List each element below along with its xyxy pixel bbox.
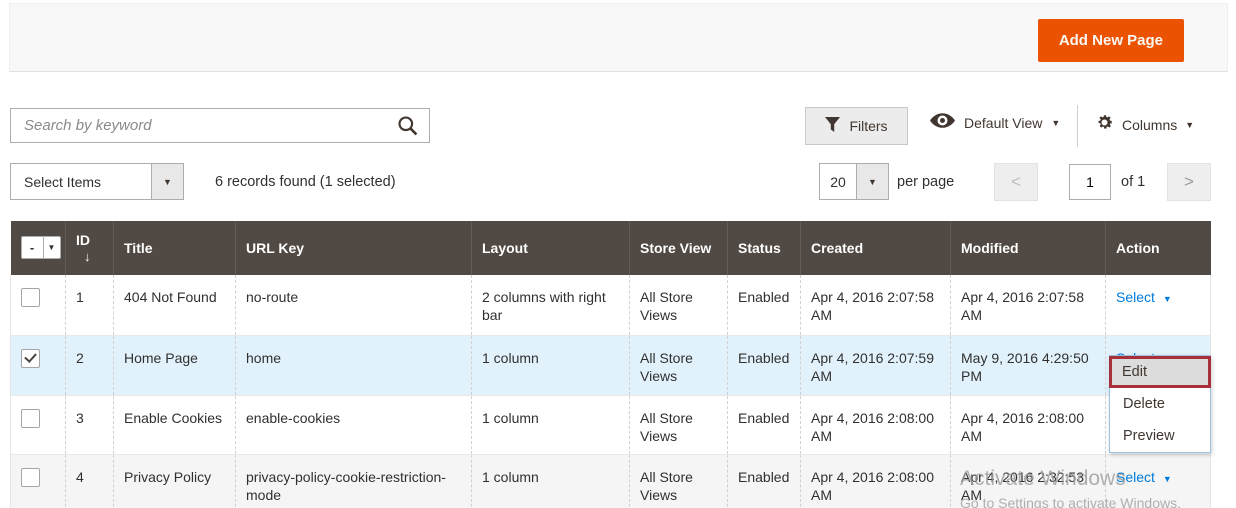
table-header-row: - ▼ ID ↓ Title URL Key Layout Store View… xyxy=(11,221,1211,275)
select-all-header: - ▼ xyxy=(11,221,66,275)
chevron-down-icon: ▼ xyxy=(1163,294,1172,304)
eye-icon xyxy=(930,113,955,133)
chevron-down-icon: ▼ xyxy=(44,237,60,258)
chevron-down-icon: ▼ xyxy=(1163,474,1172,484)
cell-title: 404 Not Found xyxy=(114,275,236,335)
cms-pages-grid-page: Add New Page Filters Default View ▼ xyxy=(0,0,1236,508)
filters-button[interactable]: Filters xyxy=(805,107,908,145)
mass-actions-dropdown[interactable]: Select Items ▼ xyxy=(10,163,184,200)
row-checkbox[interactable] xyxy=(21,349,40,368)
sort-descending-icon: ↓ xyxy=(84,249,91,264)
cell-created: Apr 4, 2016 2:07:59 AM xyxy=(801,335,951,395)
cell-title: Enable Cookies xyxy=(114,395,236,454)
cell-status: Enabled xyxy=(728,335,801,395)
cell-layout: 2 columns with right bar xyxy=(472,275,630,335)
table-row: 2 Home Page home 1 column All Store View… xyxy=(11,335,1211,395)
page-header-bar: Add New Page xyxy=(9,3,1228,72)
row-checkbox[interactable] xyxy=(21,409,40,428)
total-pages-label: of 1 xyxy=(1121,163,1145,200)
columns-selector[interactable]: Columns ▼ xyxy=(1095,113,1194,136)
cell-created: Apr 4, 2016 2:08:00 AM xyxy=(801,454,951,508)
cell-title: Privacy Policy xyxy=(114,454,236,508)
cell-url-key: enable-cookies xyxy=(236,395,472,454)
cell-layout: 1 column xyxy=(472,395,630,454)
cell-created: Apr 4, 2016 2:08:00 AM xyxy=(801,395,951,454)
cell-modified: Apr 4, 2016 2:07:58 AM xyxy=(951,275,1106,335)
table-row: 4 Privacy Policy privacy-policy-cookie-r… xyxy=(11,454,1211,508)
column-header-title[interactable]: Title xyxy=(114,221,236,275)
column-header-modified[interactable]: Modified xyxy=(951,221,1106,275)
cell-id: 2 xyxy=(66,335,114,395)
cell-id: 1 xyxy=(66,275,114,335)
chevron-down-icon: ▼ xyxy=(163,177,172,187)
cell-status: Enabled xyxy=(728,395,801,454)
column-header-created[interactable]: Created xyxy=(801,221,951,275)
search-icon[interactable] xyxy=(397,115,418,141)
chevron-down-icon: ▼ xyxy=(1051,118,1060,128)
cell-url-key: home xyxy=(236,335,472,395)
chevron-left-icon: < xyxy=(1011,172,1021,192)
column-header-layout[interactable]: Layout xyxy=(472,221,630,275)
cell-modified: Apr 4, 2016 2:32:53 AM xyxy=(951,454,1106,508)
cms-pages-table: - ▼ ID ↓ Title URL Key Layout Store View… xyxy=(10,221,1210,508)
previous-page-button[interactable]: < xyxy=(994,163,1038,201)
view-selector-label: Default View xyxy=(964,115,1042,131)
per-page-arrow-button[interactable]: ▼ xyxy=(856,163,889,200)
toolbar-divider xyxy=(1077,105,1078,147)
indeterminate-checkbox-icon: - xyxy=(22,237,44,258)
cell-store-view: All Store Views xyxy=(630,275,728,335)
cell-store-view: All Store Views xyxy=(630,335,728,395)
gear-icon xyxy=(1095,113,1114,136)
cell-created: Apr 4, 2016 2:07:58 AM xyxy=(801,275,951,335)
chevron-down-icon: ▼ xyxy=(868,177,877,187)
per-page-dropdown[interactable]: 20 ▼ xyxy=(819,163,889,200)
mass-actions-label: Select Items xyxy=(10,163,151,200)
column-header-action: Action xyxy=(1106,221,1211,275)
cell-modified: Apr 4, 2016 2:08:00 AM xyxy=(951,395,1106,454)
row-select-action[interactable]: Select ▼ xyxy=(1116,289,1172,305)
column-header-status[interactable]: Status xyxy=(728,221,801,275)
mass-actions-arrow-button[interactable]: ▼ xyxy=(151,163,184,200)
row-action-menu: Edit Delete Preview xyxy=(1109,355,1211,453)
menu-item-delete[interactable]: Delete xyxy=(1110,388,1210,420)
cell-id: 3 xyxy=(66,395,114,454)
columns-selector-label: Columns xyxy=(1122,117,1177,133)
cell-id: 4 xyxy=(66,454,114,508)
select-all-dropdown[interactable]: - ▼ xyxy=(21,236,61,259)
cell-url-key: privacy-policy-cookie-restriction-mode xyxy=(236,454,472,508)
records-summary: 6 records found (1 selected) xyxy=(215,163,396,200)
row-checkbox[interactable] xyxy=(21,288,40,307)
column-header-url-key[interactable]: URL Key xyxy=(236,221,472,275)
chevron-right-icon: > xyxy=(1184,172,1194,192)
menu-item-edit[interactable]: Edit xyxy=(1109,356,1211,388)
search-input[interactable] xyxy=(10,108,430,143)
cell-modified: May 9, 2016 4:29:50 PM xyxy=(951,335,1106,395)
keyword-search xyxy=(10,108,430,143)
filters-label: Filters xyxy=(849,118,887,134)
row-select-action[interactable]: Select ▼ xyxy=(1116,469,1172,485)
table-row: 1 404 Not Found no-route 2 columns with … xyxy=(11,275,1211,335)
per-page-label: per page xyxy=(897,163,954,200)
cell-layout: 1 column xyxy=(472,454,630,508)
view-selector[interactable]: Default View ▼ xyxy=(930,113,1060,133)
filter-funnel-icon xyxy=(825,117,840,135)
cell-store-view: All Store Views xyxy=(630,395,728,454)
current-page-input[interactable] xyxy=(1069,164,1111,200)
cell-status: Enabled xyxy=(728,454,801,508)
cell-store-view: All Store Views xyxy=(630,454,728,508)
chevron-down-icon: ▼ xyxy=(1185,120,1194,130)
cell-status: Enabled xyxy=(728,275,801,335)
row-checkbox[interactable] xyxy=(21,468,40,487)
table-row: 3 Enable Cookies enable-cookies 1 column… xyxy=(11,395,1211,454)
cell-layout: 1 column xyxy=(472,335,630,395)
per-page-value: 20 xyxy=(819,163,856,200)
column-header-store-view[interactable]: Store View xyxy=(630,221,728,275)
column-header-id[interactable]: ID ↓ xyxy=(66,221,114,275)
menu-item-preview[interactable]: Preview xyxy=(1110,420,1210,452)
next-page-button[interactable]: > xyxy=(1167,163,1211,201)
cell-title: Home Page xyxy=(114,335,236,395)
cell-url-key: no-route xyxy=(236,275,472,335)
add-new-page-button[interactable]: Add New Page xyxy=(1038,19,1184,62)
